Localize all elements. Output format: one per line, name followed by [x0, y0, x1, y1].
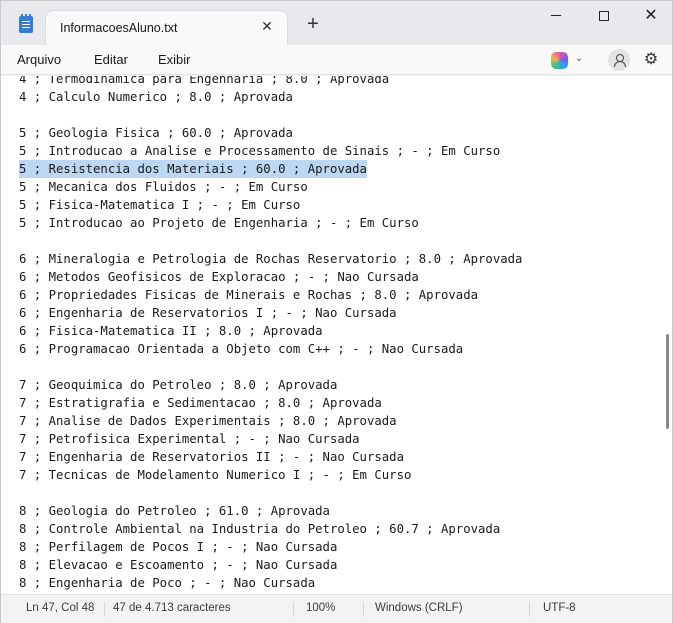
- status-divider: [529, 602, 530, 617]
- text-line[interactable]: 5 ; Geologia Fisica ; 60.0 ; Aprovada: [19, 124, 522, 142]
- text-line[interactable]: 4 ; Calculo Numerico ; 8.0 ; Aprovada: [19, 88, 522, 106]
- cursor-position: Ln 47, Col 48: [26, 602, 95, 614]
- text-line[interactable]: 6 ; Metodos Geofisicos de Exploracao ; -…: [19, 268, 522, 286]
- title-bar: InformacoesAluno.txt ✕ + ✕: [1, 1, 672, 45]
- new-tab-button[interactable]: +: [303, 14, 323, 35]
- zoom-level[interactable]: 100%: [306, 602, 335, 614]
- menu-editar[interactable]: Editar: [94, 52, 128, 67]
- text-line[interactable]: [19, 232, 522, 250]
- close-window-button[interactable]: ✕: [628, 1, 673, 33]
- encoding[interactable]: UTF-8: [543, 602, 576, 614]
- text-line[interactable]: 8 ; Elevacao e Escoamento ; - ; Nao Curs…: [19, 556, 522, 574]
- text-line[interactable]: 7 ; Tecnicas de Modelamento Numerico I ;…: [19, 466, 522, 484]
- text-line[interactable]: [19, 484, 522, 502]
- text-line[interactable]: 5 ; Fisica-Matematica I ; - ; Em Curso: [19, 196, 522, 214]
- text-line[interactable]: 7 ; Petrofisica Experimental ; - ; Nao C…: [19, 430, 522, 448]
- text-line[interactable]: 7 ; Estratigrafia e Sedimentacao ; 8.0 ;…: [19, 394, 522, 412]
- status-divider: [293, 602, 294, 617]
- scrollbar-thumb[interactable]: [666, 334, 669, 429]
- tab-informacoes-aluno[interactable]: InformacoesAluno.txt ✕: [45, 10, 288, 45]
- selected-text[interactable]: 5 ; Resistencia dos Materiais ; 60.0 ; A…: [19, 160, 367, 178]
- vertical-scrollbar[interactable]: [662, 76, 672, 594]
- text-line[interactable]: 5 ; Resistencia dos Materiais ; 60.0 ; A…: [19, 160, 522, 178]
- minimize-icon: [551, 15, 561, 17]
- text-line[interactable]: 6 ; Engenharia de Reservatorios I ; - ; …: [19, 304, 522, 322]
- text-line[interactable]: 7 ; Geoquimica do Petroleo ; 8.0 ; Aprov…: [19, 376, 522, 394]
- notepad-app-icon: [19, 14, 33, 33]
- status-bar: Ln 47, Col 48 47 de 4.713 caracteres 100…: [1, 594, 672, 623]
- text-line[interactable]: 5 ; Mecanica dos Fluidos ; - ; Em Curso: [19, 178, 522, 196]
- text-line[interactable]: 8 ; Engenharia de Poco ; - ; Nao Cursada: [19, 574, 522, 592]
- maximize-button[interactable]: [581, 1, 627, 33]
- status-divider: [104, 602, 105, 617]
- text-line[interactable]: 6 ; Fisica-Matematica II ; 8.0 ; Aprovad…: [19, 322, 522, 340]
- text-editor[interactable]: 4 ; Termodinamica para Engenharia ; 8.0 …: [1, 76, 672, 594]
- chevron-down-icon[interactable]: ⌄: [575, 53, 583, 64]
- text-line[interactable]: 4 ; Termodinamica para Engenharia ; 8.0 …: [19, 76, 522, 88]
- line-ending[interactable]: Windows (CRLF): [375, 602, 463, 614]
- account-icon[interactable]: [608, 49, 630, 71]
- menu-arquivo[interactable]: Arquivo: [17, 52, 61, 67]
- text-line[interactable]: 6 ; Propriedades Fisicas de Minerais e R…: [19, 286, 522, 304]
- minimize-button[interactable]: [533, 1, 579, 33]
- tab-close-icon[interactable]: ✕: [259, 18, 275, 34]
- text-line[interactable]: 6 ; Programacao Orientada a Objeto com C…: [19, 340, 522, 358]
- text-line[interactable]: 7 ; Analise de Dados Experimentais ; 8.0…: [19, 412, 522, 430]
- text-line[interactable]: [19, 358, 522, 376]
- text-line[interactable]: 5 ; Introducao ao Projeto de Engenharia …: [19, 214, 522, 232]
- editor-lines: 4 ; Termodinamica para Engenharia ; 8.0 …: [19, 76, 522, 592]
- text-line[interactable]: 5 ; Introducao a Analise e Processamento…: [19, 142, 522, 160]
- gear-icon[interactable]: ⚙: [643, 52, 659, 68]
- text-line[interactable]: 8 ; Geologia do Petroleo ; 61.0 ; Aprova…: [19, 502, 522, 520]
- maximize-icon: [599, 10, 609, 21]
- tab-title: InformacoesAluno.txt: [60, 21, 178, 35]
- notepad-window: InformacoesAluno.txt ✕ + ✕ Arquivo Edita…: [0, 0, 673, 623]
- copilot-icon[interactable]: [551, 52, 568, 69]
- menu-bar: Arquivo Editar Exibir ⌄ ⚙: [1, 45, 672, 75]
- text-line[interactable]: 8 ; Perfilagem de Pocos I ; - ; Nao Curs…: [19, 538, 522, 556]
- menu-exibir[interactable]: Exibir: [158, 52, 191, 67]
- text-line[interactable]: [19, 106, 522, 124]
- character-count: 47 de 4.713 caracteres: [113, 602, 231, 614]
- text-line[interactable]: 8 ; Controle Ambiental na Industria do P…: [19, 520, 522, 538]
- text-line[interactable]: 6 ; Mineralogia e Petrologia de Rochas R…: [19, 250, 522, 268]
- text-line[interactable]: 7 ; Engenharia de Reservatorios II ; - ;…: [19, 448, 522, 466]
- status-divider: [363, 602, 364, 617]
